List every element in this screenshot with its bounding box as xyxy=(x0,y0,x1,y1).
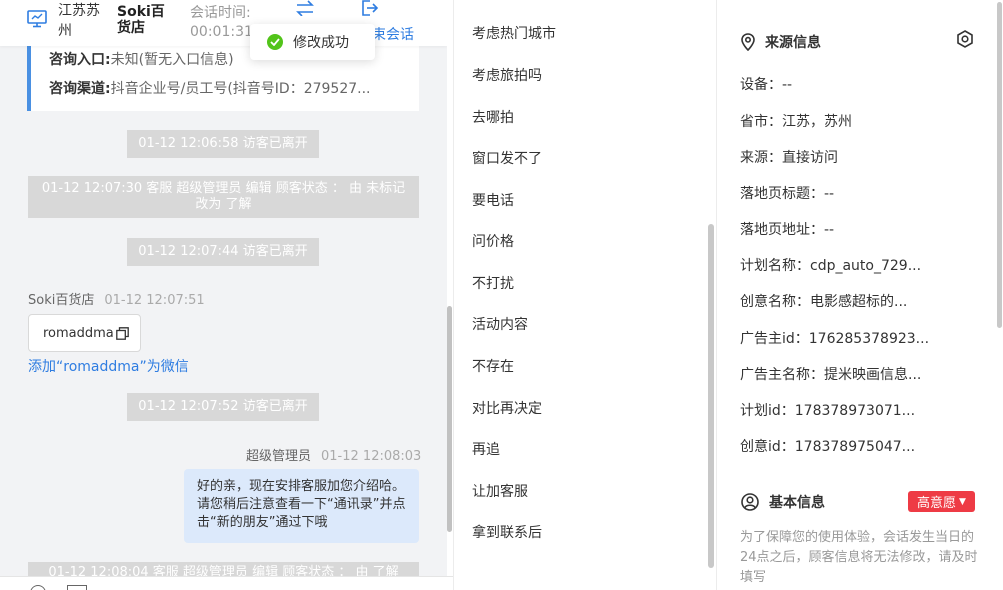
check-circle-icon xyxy=(267,34,283,50)
store-sender-line: Soki百货店 01-12 12:07:51 xyxy=(28,289,205,308)
visitor-info-panel: 来源信息 设备：-- 省市：江苏，苏州 来源：直接访问 落地页标题：-- 落地页… xyxy=(716,0,1003,590)
field-landing-url: 落地页地址：-- xyxy=(740,222,835,238)
quick-reply-item[interactable]: 考虑热门城市 xyxy=(472,23,556,43)
sender-name: Soki百货店 xyxy=(28,293,95,308)
field-advertiser-name: 广告主名称：提米映画信息... xyxy=(740,367,922,383)
user-circle-icon xyxy=(741,493,759,511)
text-card[interactable]: romaddma xyxy=(28,314,141,352)
field-creative-id: 创意id：178378975047... xyxy=(740,439,916,455)
caret-down-icon: ▼ xyxy=(959,496,966,507)
system-message: 01-12 12:06:58 访客已离开 xyxy=(127,130,319,158)
session-time-label: 会话时间: xyxy=(190,5,251,21)
quick-reply-item[interactable]: 问价格 xyxy=(472,231,514,251)
add-wechat-link[interactable]: 添加“romaddma”为微信 xyxy=(28,356,189,376)
message-time: 01-12 12:07:51 xyxy=(104,293,205,308)
location-pin-icon xyxy=(741,33,755,51)
emoji-icon[interactable] xyxy=(30,585,46,590)
consult-channel-value: 抖音企业号/员工号(抖音号ID：279527... xyxy=(110,81,371,97)
quick-reply-scrollbar[interactable] xyxy=(708,224,714,568)
session-time-value: 00:01:31 xyxy=(190,24,253,40)
quick-reply-item[interactable]: 去哪拍 xyxy=(472,107,514,127)
quick-reply-panel: 考虑热门城市 考虑旅拍吗 去哪拍 窗口发不了 要电话 问价格 不打扰 活动内容 … xyxy=(453,0,716,590)
chat-input-toolbar xyxy=(0,576,453,590)
visitor-location: 江苏苏州 xyxy=(58,3,100,39)
quick-reply-item[interactable]: 不打扰 xyxy=(472,273,514,293)
field-advertiser-id: 广告主id：176285378923... xyxy=(740,331,930,347)
consult-entry-label: 咨询入口: xyxy=(49,52,111,68)
success-toast: 修改成功 xyxy=(250,24,375,60)
quick-reply-item[interactable]: 对比再决定 xyxy=(472,398,542,418)
chat-panel: 江苏苏州 Soki百货店 会话时间: 00:01:31 束会话 修改成功 咨询入… xyxy=(0,0,447,590)
field-landing-title: 落地页标题：-- xyxy=(740,186,835,202)
quick-reply-item[interactable]: 要电话 xyxy=(472,190,514,210)
transfer-icon[interactable] xyxy=(295,0,315,16)
field-plan-name: 计划名称：cdp_auto_729... xyxy=(740,258,922,274)
consult-channel-label: 咨询渠道: xyxy=(49,81,111,97)
edit-deadline-notice: 为了保障您的使用体验，会话发生当日的24点之后，顾客信息将无法修改，请及时填写 xyxy=(740,530,978,585)
basic-info-title: 基本信息 xyxy=(769,495,825,511)
settings-icon[interactable] xyxy=(956,30,974,48)
consult-entry-row: 咨询入口:未知(暂无入口信息) xyxy=(49,51,234,69)
source-info-title: 来源信息 xyxy=(765,35,821,51)
basic-info-header: 基本信息 xyxy=(741,492,825,512)
consult-channel-row: 咨询渠道:抖音企业号/员工号(抖音号ID：279527... xyxy=(49,80,371,98)
quick-reply-item[interactable]: 不存在 xyxy=(472,356,514,376)
store-name: Soki百货店 xyxy=(117,4,165,36)
end-chat-button[interactable]: 束会话 xyxy=(372,24,414,44)
quick-reply-item[interactable]: 再追 xyxy=(472,439,500,459)
text-card-content: romaddma xyxy=(43,325,114,341)
quick-reply-item[interactable]: 考虑旅拍吗 xyxy=(472,65,542,85)
copy-icon[interactable] xyxy=(115,326,129,340)
chat-scrollbar[interactable] xyxy=(447,306,452,532)
quick-reply-item[interactable]: 活动内容 xyxy=(472,314,528,334)
image-icon[interactable] xyxy=(67,585,87,590)
intent-level-value: 高意愿 xyxy=(917,496,957,511)
chat-header: 江苏苏州 Soki百货店 会话时间: 00:01:31 束会话 xyxy=(0,0,447,46)
monitor-icon xyxy=(27,10,47,28)
quick-reply-item[interactable]: 拿到联系后 xyxy=(472,522,542,542)
source-info-header: 来源信息 xyxy=(741,32,821,52)
field-creative-name: 创意名称：电影感超标的... xyxy=(740,294,908,310)
system-message: 01-12 12:07:52 访客已离开 xyxy=(127,393,319,421)
agent-sender-line: 超级管理员 01-12 12:08:03 xyxy=(246,445,421,464)
field-source: 来源：直接访问 xyxy=(740,150,838,166)
sender-name: 超级管理员 xyxy=(246,449,312,464)
message-time: 01-12 12:08:03 xyxy=(321,449,422,464)
system-message: 01-12 12:07:30 客服 超级管理员 编辑 顾客状态 ： 由 未标记 … xyxy=(28,176,419,218)
system-message: 01-12 12:07:44 访客已离开 xyxy=(127,238,319,266)
quick-reply-item[interactable]: 窗口发不了 xyxy=(472,148,542,168)
field-device: 设备：-- xyxy=(740,77,793,93)
field-province-city: 省市：江苏，苏州 xyxy=(740,114,852,130)
field-plan-id: 计划id：178378973071... xyxy=(740,403,916,419)
toast-text: 修改成功 xyxy=(293,35,349,51)
agent-message-bubble: 好的亲，现在安排客服加您介绍哈。请您稍后注意查看一下“通讯录”并点击“新的朋友”… xyxy=(184,469,419,543)
exit-icon[interactable] xyxy=(361,0,379,16)
intent-level-dropdown[interactable]: 高意愿 ▼ xyxy=(908,491,975,512)
info-panel-scrollbar[interactable] xyxy=(997,2,1002,328)
quick-reply-item[interactable]: 让加客服 xyxy=(472,481,528,501)
consult-entry-value: 未知(暂无入口信息) xyxy=(110,52,234,68)
